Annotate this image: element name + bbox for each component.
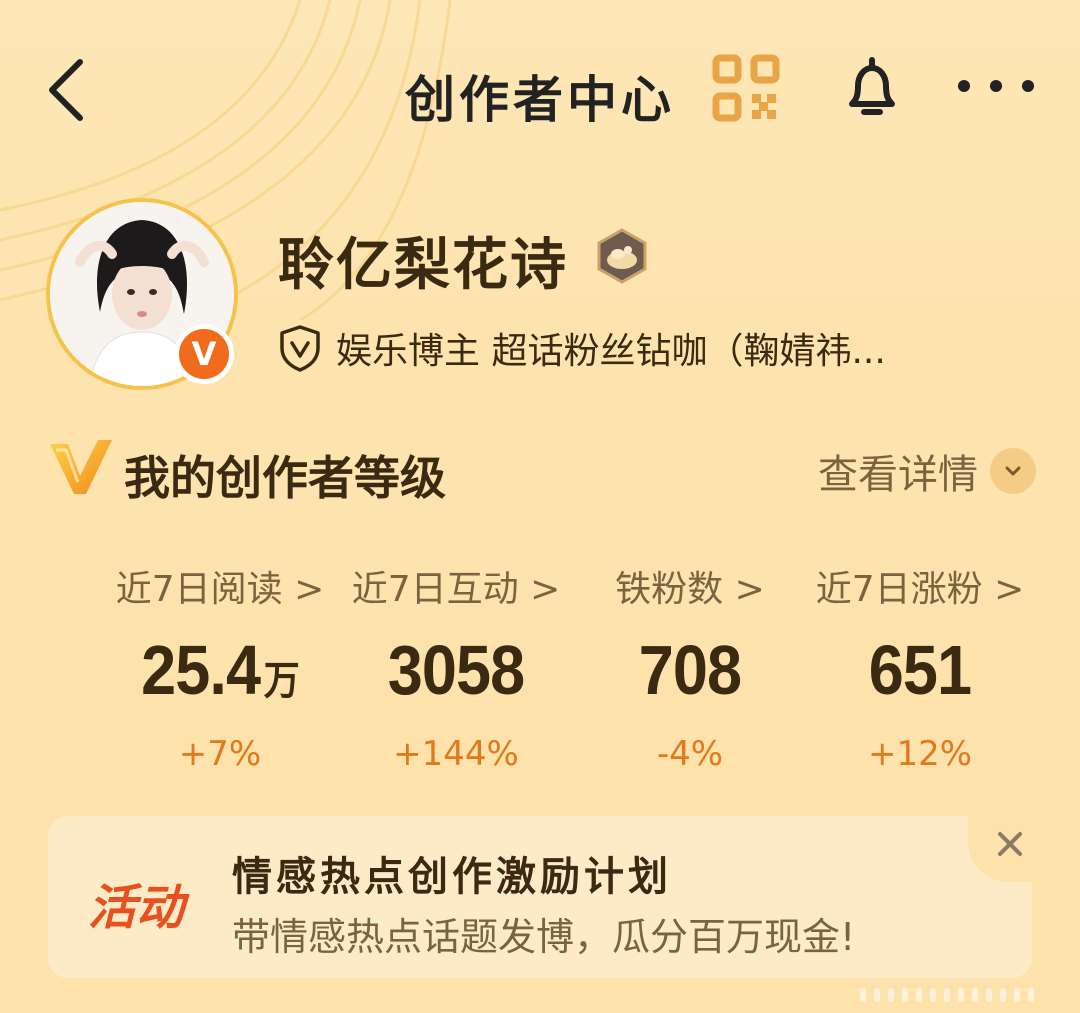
user-description[interactable]: 娱乐博主 超话粉丝钻咖（鞠婧祎...	[278, 318, 1018, 378]
activity-subtitle: 带情感热点话题发博，瓜分百万现金!	[232, 915, 856, 959]
qr-code-button[interactable]	[712, 54, 780, 122]
stat-change: +12%	[867, 734, 973, 774]
notification-button[interactable]	[836, 52, 908, 124]
avatar[interactable]: V	[46, 198, 238, 390]
more-options-button[interactable]	[952, 66, 1040, 106]
stat-change: +144%	[393, 734, 519, 774]
stat-read-7d[interactable]: 近7日阅读 > 25.4万 +7%	[100, 560, 340, 780]
page-title: 创作者中心	[405, 71, 675, 129]
view-details-link[interactable]: 查看详情	[818, 442, 1036, 500]
stat-value: 25.4万	[141, 631, 300, 709]
qr-code-icon	[712, 54, 780, 122]
stat-label: 近7日互动 >	[351, 569, 561, 610]
chevron-right-icon: >	[994, 569, 1025, 610]
chevron-down-icon	[990, 448, 1036, 494]
close-button[interactable]	[968, 816, 1032, 882]
view-details-label: 查看详情	[818, 452, 978, 498]
user-name[interactable]: 聆亿梨花诗	[278, 220, 568, 301]
activity-tag: 活动	[88, 880, 185, 936]
stats-panel: 近7日阅读 > 25.4万 +7% 近7日互动 > 3058 +144% 铁粉数…	[100, 560, 1040, 780]
level-medal-icon[interactable]	[594, 228, 650, 284]
creator-v-logo-icon	[50, 440, 112, 494]
stat-interaction-7d[interactable]: 近7日互动 > 3058 +144%	[336, 560, 576, 780]
activity-banner[interactable]: 活动 情感热点创作激励计划 带情感热点话题发博，瓜分百万现金!	[48, 816, 1032, 978]
verified-badge: V	[174, 324, 234, 384]
chevron-right-icon: >	[294, 569, 325, 610]
user-description-text: 娱乐博主 超话粉丝钻咖（鞠婧祎...	[336, 331, 886, 372]
stat-change: -4%	[656, 734, 724, 774]
shield-v-icon	[280, 325, 320, 372]
more-dots-icon	[958, 80, 1034, 92]
stat-change: +7%	[178, 734, 262, 774]
activity-title: 情感热点创作激励计划	[232, 854, 672, 900]
stat-value: 651	[868, 631, 972, 709]
close-icon	[998, 832, 1022, 856]
creator-level-label: 我的创作者等级	[124, 451, 446, 505]
stat-label: 近7日涨粉 >	[815, 569, 1025, 610]
stat-value: 708	[638, 631, 742, 709]
bell-icon	[849, 57, 895, 115]
stat-value: 3058	[387, 631, 525, 709]
chevron-right-icon: >	[530, 569, 561, 610]
stat-iron-fans[interactable]: 铁粉数 > 708 -4%	[570, 560, 810, 780]
creator-level-row: 我的创作者等级 查看详情	[46, 436, 1036, 506]
scroll-indicator	[860, 988, 1034, 1002]
stat-label: 近7日阅读 >	[115, 569, 325, 610]
stat-label: 铁粉数 >	[615, 569, 765, 610]
stat-new-fans-7d[interactable]: 近7日涨粉 > 651 +12%	[800, 560, 1040, 780]
top-nav-bar: 创作者中心	[0, 40, 1080, 140]
chevron-right-icon: >	[734, 569, 765, 610]
